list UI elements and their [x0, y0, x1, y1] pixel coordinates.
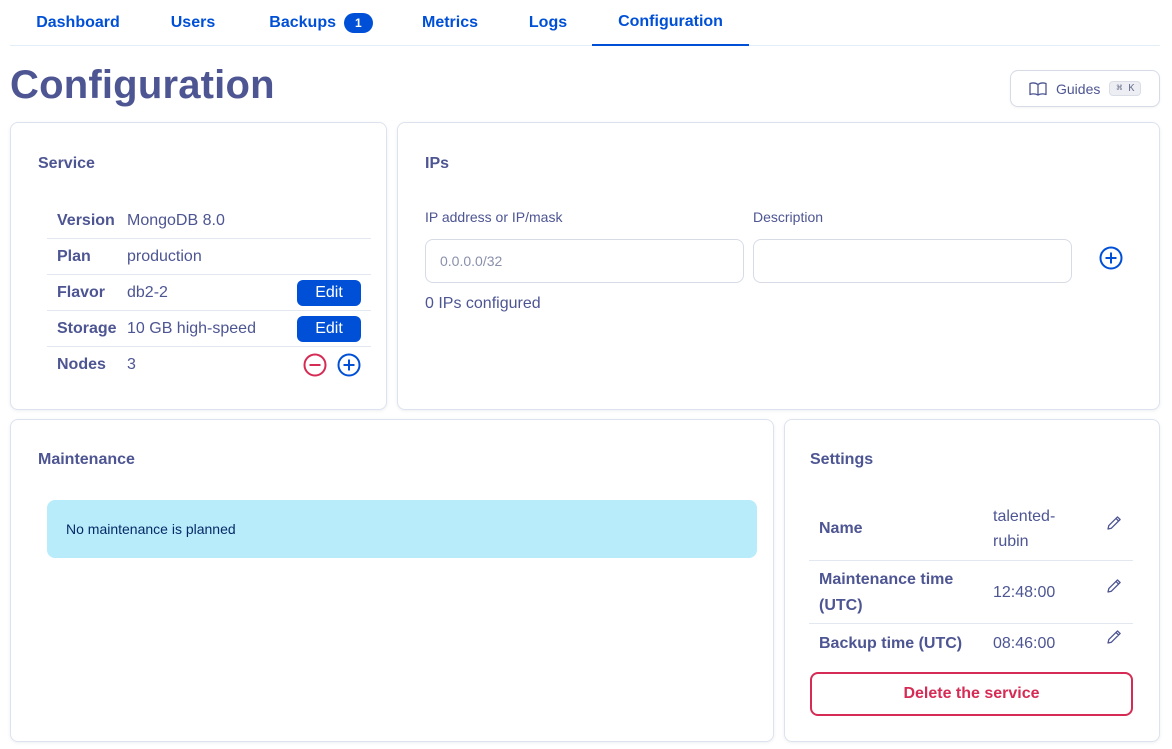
- ip-address-input[interactable]: [425, 239, 744, 283]
- service-row-version: Version MongoDB 8.0: [47, 203, 371, 239]
- plan-value: production: [127, 247, 202, 265]
- delete-service-button[interactable]: Delete the service: [810, 672, 1133, 716]
- flavor-label: Flavor: [57, 283, 106, 301]
- settings-card: Settings Name talented- rubin Maintenanc…: [784, 419, 1160, 742]
- tab-dashboard[interactable]: Dashboard: [36, 0, 120, 46]
- plan-label: Plan: [57, 247, 91, 265]
- service-row-flavor: Flavor db2-2 Edit: [47, 275, 371, 311]
- service-row-storage: Storage 10 GB high-speed Edit: [47, 311, 371, 347]
- version-label: Version: [57, 211, 115, 229]
- maintenance-time-label-line1: Maintenance time: [819, 571, 954, 588]
- nodes-label: Nodes: [57, 356, 106, 373]
- tab-label: Metrics: [421, 14, 479, 31]
- storage-value: 10 GB high-speed: [127, 319, 256, 337]
- tab-logs[interactable]: Logs: [528, 0, 568, 46]
- settings-row-maintenance-time: Maintenance time (UTC) 12:48:00: [809, 561, 1133, 624]
- name-value-line1: talented-: [993, 508, 1056, 525]
- edit-backup-time-icon[interactable]: [1105, 628, 1123, 646]
- tab-label: Users: [170, 14, 216, 31]
- edit-flavor-button[interactable]: Edit: [297, 279, 361, 306]
- backups-count-badge: 1: [344, 13, 373, 33]
- page-title: Configuration: [10, 63, 275, 107]
- remove-node-icon[interactable]: [303, 353, 327, 377]
- service-card: Service Version MongoDB 8.0 Plan product…: [10, 122, 387, 410]
- description-input[interactable]: [753, 239, 1072, 283]
- ips-count: 0 IPs configured: [425, 295, 541, 312]
- tab-backups[interactable]: Backups 1: [266, 0, 376, 46]
- maintenance-info-alert: No maintenance is planned: [47, 500, 757, 558]
- guides-shortcut: ⌘ K: [1109, 81, 1142, 96]
- maintenance-title: Maintenance: [38, 451, 135, 468]
- maintenance-time-value: 12:48:00: [993, 584, 1056, 601]
- description-label: Description: [753, 209, 824, 225]
- ips-title: IPs: [425, 155, 450, 172]
- edit-storage-button[interactable]: Edit: [297, 315, 361, 342]
- settings-row-backup-time: Backup time (UTC) 08:46:00: [809, 624, 1133, 664]
- nodes-value: 3: [127, 356, 136, 373]
- edit-maintenance-time-icon[interactable]: [1105, 577, 1123, 595]
- maintenance-time-label-line2: (UTC): [819, 597, 863, 614]
- guides-button[interactable]: Guides ⌘ K: [1010, 70, 1160, 107]
- tab-label: Logs: [528, 14, 568, 31]
- edit-name-icon[interactable]: [1105, 514, 1123, 532]
- ip-address-label: IP address or IP/mask: [425, 209, 563, 225]
- flavor-value: db2-2: [127, 283, 168, 301]
- backup-time-value: 08:46:00: [993, 635, 1056, 652]
- service-row-nodes: Nodes 3: [47, 347, 371, 383]
- page: Dashboard Users Backups 1 Metrics Logs C…: [0, 0, 1172, 749]
- storage-label: Storage: [57, 319, 117, 337]
- service-row-plan: Plan production: [47, 239, 371, 275]
- ips-card: IPs IP address or IP/mask Description 0 …: [397, 122, 1160, 410]
- book-icon: [1029, 81, 1047, 96]
- maintenance-message: No maintenance is planned: [66, 521, 236, 537]
- add-node-icon[interactable]: [337, 353, 361, 377]
- tab-label: Dashboard: [36, 14, 120, 31]
- version-value: MongoDB 8.0: [127, 211, 225, 229]
- guides-label: Guides: [1056, 80, 1101, 97]
- backup-time-label: Backup time (UTC): [819, 635, 963, 652]
- service-title: Service: [38, 155, 95, 172]
- name-label: Name: [819, 520, 863, 537]
- tab-users[interactable]: Users: [170, 0, 216, 46]
- add-ip-icon[interactable]: [1099, 246, 1123, 270]
- tab-bar: Dashboard Users Backups 1 Metrics Logs C…: [10, 0, 1160, 46]
- tab-configuration[interactable]: Configuration: [592, 0, 749, 46]
- maintenance-card: Maintenance No maintenance is planned: [10, 419, 774, 742]
- name-value-line2: rubin: [993, 533, 1029, 550]
- settings-title: Settings: [810, 451, 874, 468]
- tab-label: Backups: [269, 14, 336, 31]
- settings-row-name: Name talented- rubin: [809, 504, 1133, 561]
- tab-metrics[interactable]: Metrics: [420, 0, 480, 46]
- tab-label: Configuration: [618, 13, 723, 30]
